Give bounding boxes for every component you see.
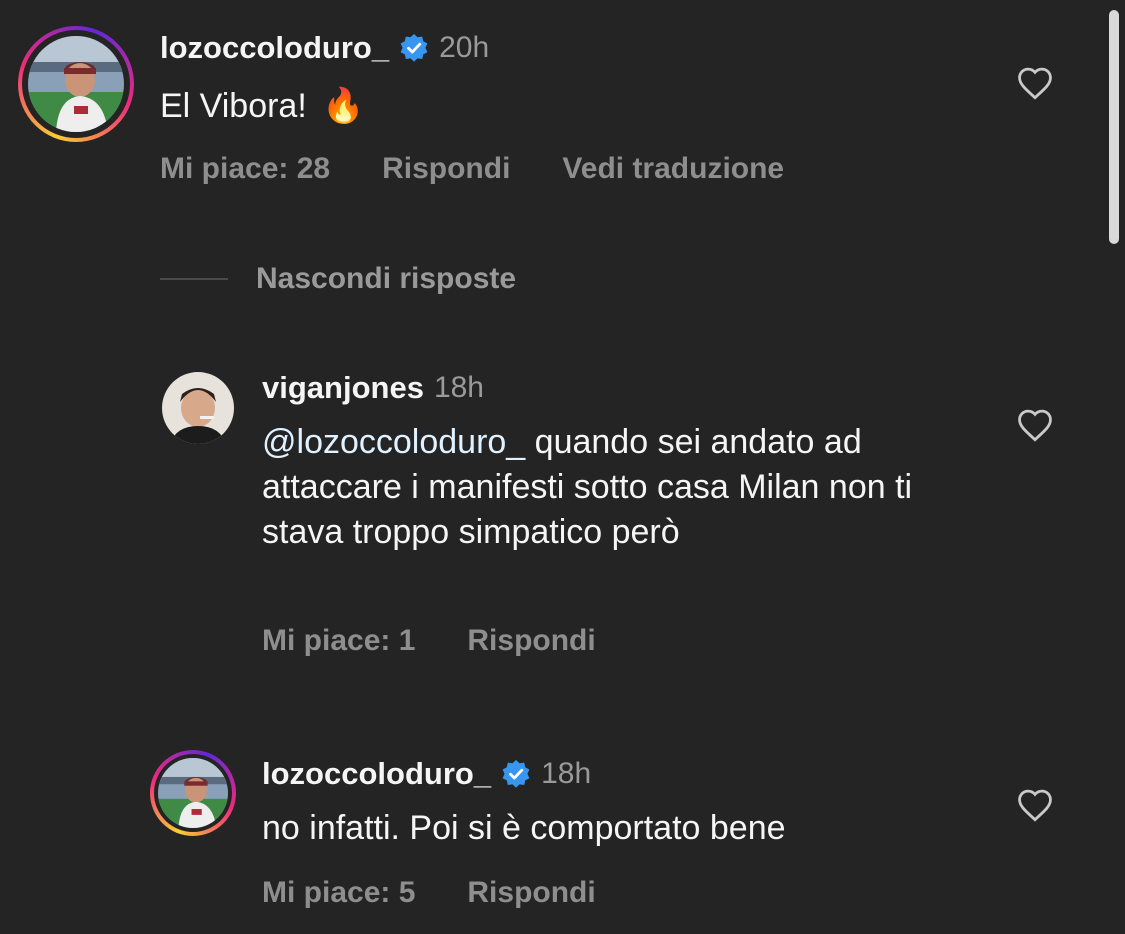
username[interactable]: lozoccoloduro_ [262,756,491,792]
timestamp: 18h [433,371,484,404]
comment-text: El Vibora! 🔥 [160,84,365,129]
scrollbar-thumb[interactable] [1109,10,1119,244]
reply-body: no infatti. Poi si è comportato bene [262,809,786,847]
reply-text: no infatti. Poi si è comportato bene [262,806,786,851]
heart-outline-icon[interactable] [1016,788,1054,822]
reply-button[interactable]: Rispondi [467,624,595,658]
likes-count[interactable]: Mi piace: 28 [160,152,330,186]
reply-button[interactable]: Rispondi [382,152,510,186]
translate-button[interactable]: Vedi traduzione [562,152,784,186]
fire-emoji: 🔥 [322,87,365,125]
comment-actions: Mi piace: 28 Rispondi Vedi traduzione [160,152,836,186]
comment-body: El Vibora! [160,87,307,125]
verified-badge-icon [502,760,530,788]
username[interactable]: viganjones [262,370,424,406]
divider-line [160,278,228,280]
hide-replies-label: Nascondi risposte [256,262,517,295]
heart-outline-icon[interactable] [1016,408,1054,442]
likes-count[interactable]: Mi piace: 5 [262,876,415,910]
likes-count[interactable]: Mi piace: 1 [262,624,415,658]
verified-badge-icon [400,34,428,62]
heart-outline-icon[interactable] [1016,66,1054,100]
comment-header: lozoccoloduro_ 20h [160,26,489,70]
reply-text: @lozoccoloduro_ quando sei andato ad att… [262,420,982,555]
hide-replies-toggle[interactable]: Nascondi risposte [160,262,516,296]
username[interactable]: lozoccoloduro_ [160,30,389,66]
reply-actions: Mi piace: 1 Rispondi [262,624,648,658]
avatar[interactable] [150,750,236,836]
avatar[interactable] [162,372,234,444]
timestamp: 20h [439,31,490,64]
timestamp: 18h [541,757,592,790]
reply-actions: Mi piace: 5 Rispondi [262,876,648,910]
avatar[interactable] [18,26,134,142]
reply-header: viganjones 18h [262,366,484,410]
reply-button[interactable]: Rispondi [467,876,595,910]
reply-header: lozoccoloduro_ 18h [262,752,591,796]
mention-link[interactable]: @lozoccoloduro_ [262,423,525,461]
